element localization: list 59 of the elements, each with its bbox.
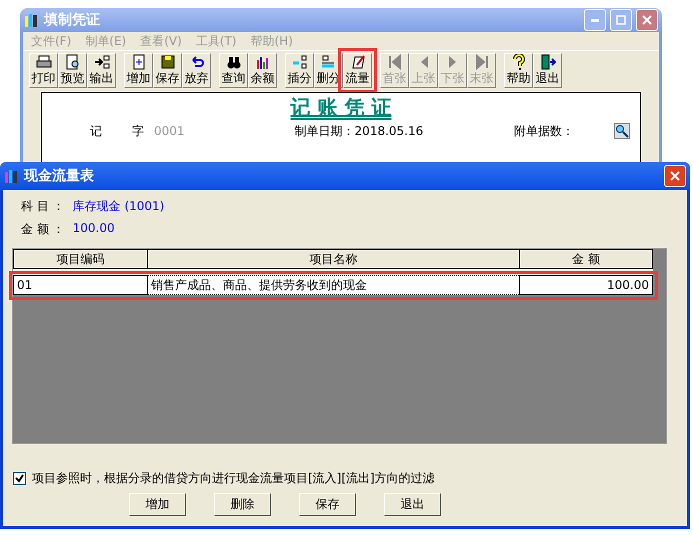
minimize-icon <box>591 18 599 22</box>
column-header: 项目编码 <box>14 250 148 268</box>
date-label: 制单日期：2018.05.16 <box>294 124 424 138</box>
close-button[interactable] <box>636 9 658 31</box>
door-exit-icon <box>540 54 556 70</box>
toolbar-button[interactable]: 增加 <box>124 53 153 88</box>
dialog-button[interactable]: 退出 <box>384 493 441 516</box>
bar-chart-icon <box>254 54 270 70</box>
pencil-page-icon <box>350 54 366 70</box>
close-icon <box>642 15 652 25</box>
search-icon <box>615 124 629 138</box>
toolbar-button[interactable]: 余额 <box>248 53 277 88</box>
subject-label: 科 目 ： <box>21 198 65 215</box>
last-icon <box>474 54 490 70</box>
toolbar-button[interactable]: 帮助 <box>504 53 533 88</box>
voucher-title: 记 账 凭 证 <box>290 95 392 119</box>
toolbar-button[interactable]: 保存 <box>153 53 182 88</box>
export-icon <box>94 54 110 70</box>
column-header: 项目名称 <box>148 250 520 268</box>
close-button[interactable] <box>664 165 686 187</box>
dialog-button[interactable]: 增加 <box>129 493 186 516</box>
insert-row-icon <box>292 54 308 70</box>
table-cell: 销售产成品、商品、提供劳务收到的现金 <box>148 276 520 294</box>
first-icon <box>386 54 402 70</box>
toolbar-button[interactable]: 插分 <box>285 53 314 88</box>
subject-value: 库存现金 (1001) <box>72 198 164 215</box>
dialog-title: 现金流量表 <box>24 167 95 185</box>
search-button[interactable] <box>614 123 630 139</box>
voucher-number: 0001 <box>154 124 185 138</box>
binoculars-icon <box>226 54 242 70</box>
column-header: 金 额 <box>520 250 652 268</box>
toolbar-button[interactable]: 查询 <box>219 53 248 88</box>
checkbox-label: 项目参照时，根据分录的借贷方向进行现金流量项目[流入][流出]方向的过滤 <box>32 470 435 487</box>
books-icon <box>24 12 40 28</box>
delete-row-icon <box>320 54 336 70</box>
checkbox[interactable] <box>13 472 26 485</box>
table-cell: 100.00 <box>520 276 652 294</box>
toolbar-button[interactable]: 输出 <box>87 53 116 88</box>
window-title: 填制凭证 <box>44 11 101 29</box>
question-mark-icon <box>510 54 526 70</box>
voucher-type-suffix: 字 <box>132 124 144 138</box>
printer-icon <box>36 54 52 70</box>
dialog-button[interactable]: 保存 <box>299 493 356 516</box>
magnifier-page-icon <box>64 54 80 70</box>
dialog-button[interactable]: 删除 <box>214 493 271 516</box>
maximize-icon <box>616 15 626 25</box>
books-icon <box>4 168 20 184</box>
new-page-icon <box>130 54 146 70</box>
amount-value: 100.00 <box>72 221 116 237</box>
amount-label: 金 额 ： <box>21 221 65 238</box>
toolbar-button[interactable]: 放弃 <box>182 53 211 88</box>
close-icon <box>670 171 680 181</box>
table-cell: 01 <box>14 276 148 294</box>
toolbar-button[interactable]: 退出 <box>533 53 562 88</box>
attachments-label: 附单据数： <box>514 124 574 138</box>
voucher-type: 记 <box>90 124 102 138</box>
toolbar-button[interactable]: 预览 <box>58 53 87 88</box>
toolbar-button[interactable]: 打印 <box>29 53 58 88</box>
check-icon <box>15 474 24 483</box>
